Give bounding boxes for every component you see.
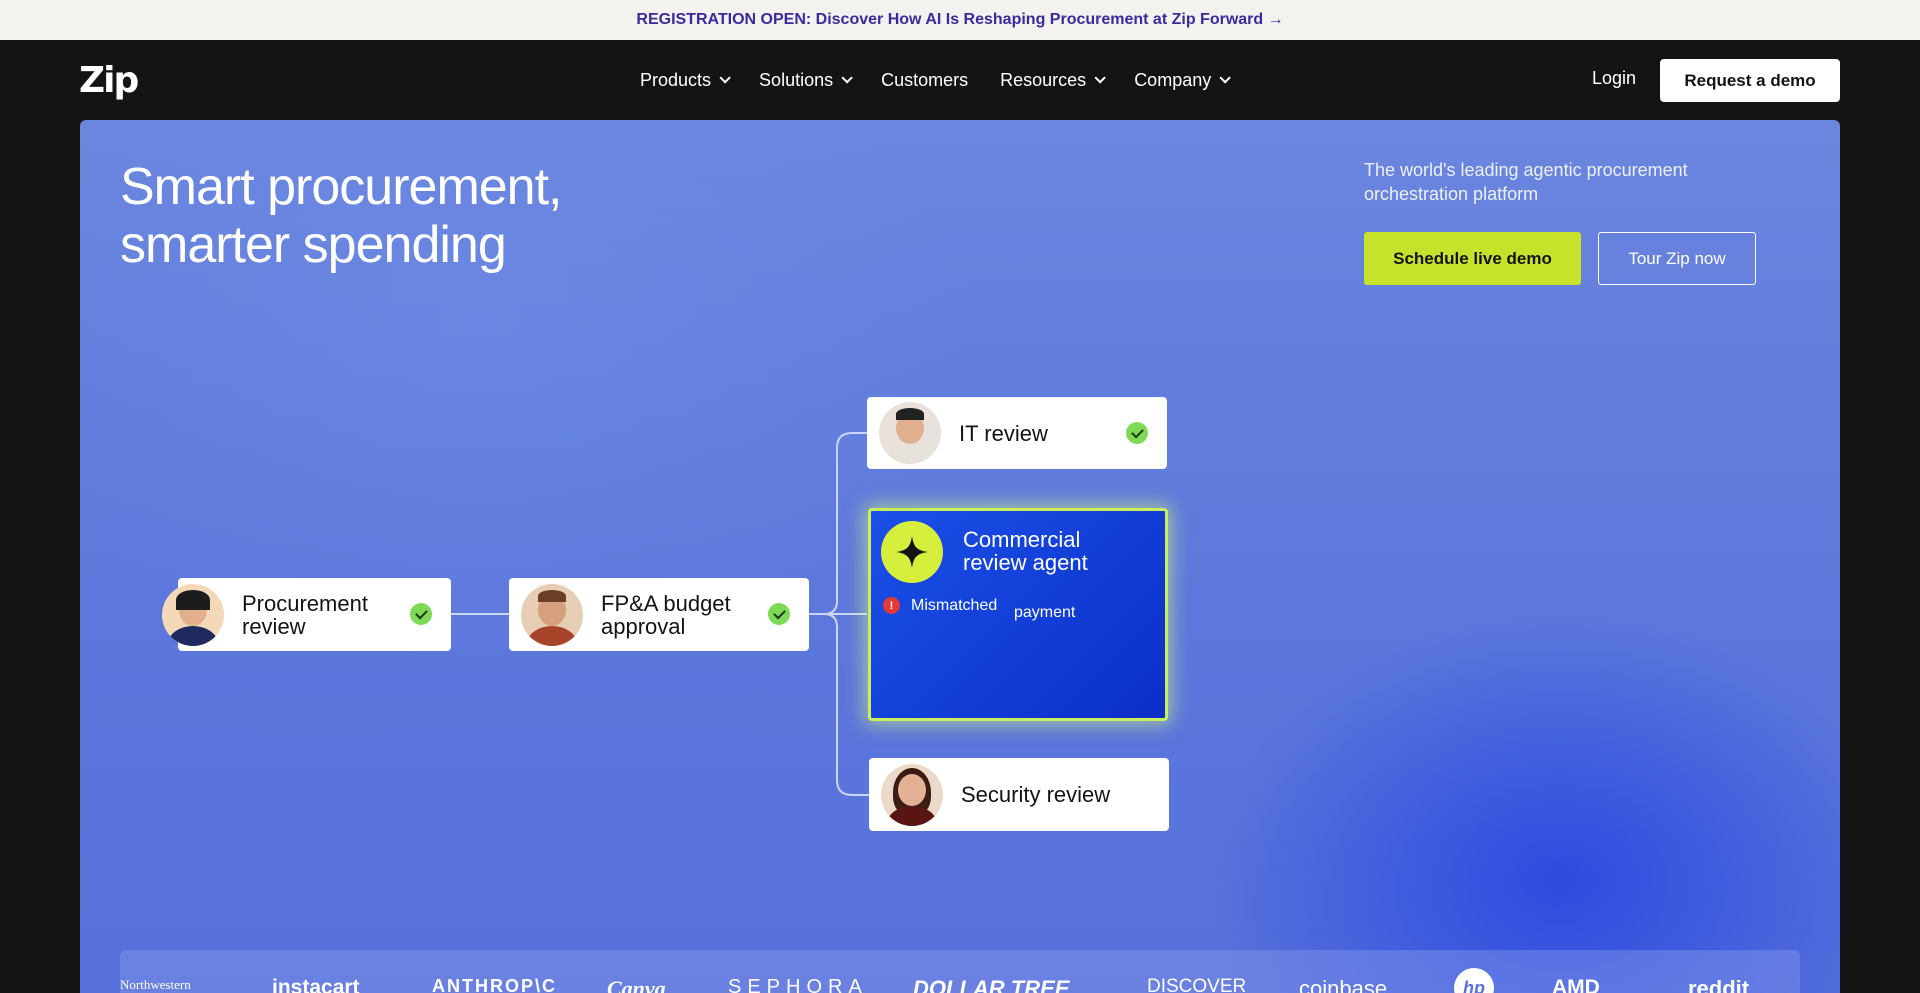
logo-northwestern: Northwestern — [120, 977, 191, 992]
it-review-card[interactable]: IT review — [867, 397, 1167, 469]
logo-anthropic: ANTHROP\C — [432, 976, 557, 993]
logo-dollar-tree: DOLLAR TREE — [913, 976, 1070, 993]
chevron-down-icon — [1094, 72, 1106, 84]
avatar — [881, 763, 943, 826]
login-link[interactable]: Login — [1592, 68, 1636, 89]
avatar — [162, 583, 224, 646]
fpa-budget-approval-label: FP&A budget approval — [601, 590, 731, 639]
hero-section: Smart procurement, smarter spending The … — [80, 120, 1840, 993]
nav-solutions-label: Solutions — [759, 69, 834, 90]
alert-icon: ! — [883, 597, 900, 614]
check-icon — [768, 603, 790, 625]
request-demo-button[interactable]: Request a demo — [1660, 59, 1840, 102]
logo-hp: hp — [1454, 968, 1494, 993]
logo-sephora: SEPHORA — [728, 976, 868, 993]
alert-text-mismatched: Mismatched — [911, 597, 998, 614]
procurement-review-label: Procurement review — [242, 590, 368, 639]
nav-resources[interactable]: Resources — [1000, 69, 1106, 91]
chevron-down-icon — [1219, 72, 1232, 84]
nav-resources-label: Resources — [1000, 69, 1087, 90]
fpa-budget-approval-card[interactable]: FP&A budget approval — [509, 578, 809, 651]
check-icon — [410, 603, 432, 625]
chevron-down-icon — [719, 72, 731, 84]
commercial-review-agent-card[interactable]: Commercial review agent ! Mismatched pay… — [868, 508, 1168, 721]
customer-logos-strip: Northwestern instacart ANTHROP\C Canva S… — [120, 950, 1800, 993]
nav-company[interactable]: Company — [1134, 69, 1232, 91]
logo-instacart: instacart — [272, 976, 360, 993]
avatar — [521, 583, 583, 646]
nav-customers-label: Customers — [881, 69, 969, 90]
nav-solutions[interactable]: Solutions — [759, 69, 853, 91]
nav-company-label: Company — [1134, 69, 1212, 90]
chevron-down-icon — [841, 72, 853, 84]
logo-coinbase: coinbase — [1299, 976, 1388, 993]
agent-title: Commercial review agent — [963, 527, 1088, 575]
alert-text-payment: payment — [1014, 604, 1076, 621]
announcement-link[interactable]: REGISTRATION OPEN: Discover How AI Is Re… — [636, 11, 1283, 29]
announcement-bar: REGISTRATION OPEN: Discover How AI Is Re… — [0, 0, 1920, 40]
top-navbar: Zip Products Solutions Customers Resourc… — [0, 40, 1920, 120]
logo-reddit: reddit — [1688, 976, 1750, 993]
procurement-review-card[interactable]: Procurement review — [162, 578, 451, 651]
logo-hp-text: hp — [1463, 977, 1485, 993]
sparkle-icon — [881, 521, 943, 583]
main-menu: Products Solutions Customers Resources C… — [640, 40, 1259, 120]
logo-discover: DISCOVER — [1147, 976, 1247, 993]
nav-products[interactable]: Products — [640, 69, 731, 91]
it-review-label: IT review — [959, 420, 1048, 446]
check-icon — [1126, 422, 1148, 444]
security-review-card[interactable]: Security review — [869, 758, 1169, 831]
avatar — [879, 402, 941, 464]
zip-logo[interactable]: Zip — [79, 60, 139, 101]
logo-amd: AMD — [1552, 976, 1600, 993]
nav-customers[interactable]: Customers — [881, 70, 968, 91]
nav-products-label: Products — [640, 69, 712, 90]
security-review-label: Security review — [961, 782, 1111, 807]
logo-canva: Canva — [607, 976, 666, 993]
